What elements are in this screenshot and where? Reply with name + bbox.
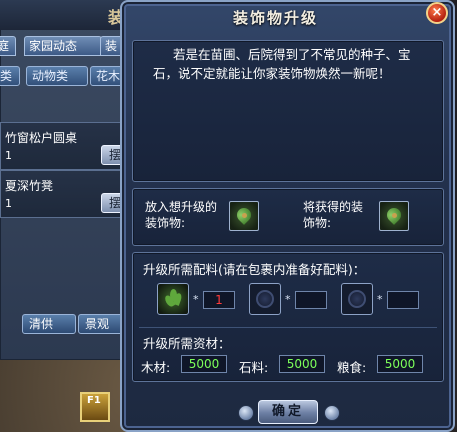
- tab-home-news[interactable]: 家园动态: [24, 36, 102, 56]
- close-button[interactable]: ×: [426, 2, 448, 24]
- multiply-sign: *: [377, 293, 383, 306]
- material-slot-1[interactable]: [157, 283, 189, 315]
- wood-label: 木材:: [141, 360, 171, 375]
- item-name: 竹窗松户圆桌: [5, 131, 78, 145]
- stone-label: 石料:: [239, 360, 269, 375]
- output-slot-label: 将获得的装饰物:: [303, 200, 364, 230]
- skill-hotkey-label: F1: [87, 395, 101, 406]
- food-value: 5000: [377, 355, 423, 373]
- input-decor-slot[interactable]: [229, 201, 259, 231]
- decor-upgrade-dialog: 装饰物升级 × 若是在苗圃、后院得到了不常见的种子、宝石，说不定就能让你家装饰物…: [120, 0, 455, 432]
- dialog-title: 装饰物升级: [232, 9, 318, 27]
- skill-slot-f1[interactable]: F1: [80, 392, 110, 422]
- list-item[interactable]: 夏深竹凳 1 摆: [0, 170, 130, 218]
- materials-panel: 升级所需配料(请在包裹内准备好配料)： * 1 * * 升级所需资材： 木材: …: [132, 252, 444, 382]
- item-name: 夏深竹凳: [5, 179, 54, 193]
- subtab-category[interactable]: 类: [0, 66, 20, 86]
- material-qty-1: 1: [203, 291, 235, 309]
- plant-material-icon: [163, 289, 183, 309]
- wood-value: 5000: [181, 355, 227, 373]
- home-decor-titlebar: 装: [0, 0, 132, 30]
- item-count: 1: [5, 197, 12, 210]
- food-label: 粮食:: [337, 360, 367, 375]
- seed-icon: [392, 213, 397, 218]
- home-decor-window: 装 庭 家园动态 装 类 动物类 花木 竹窗松户圆桌 1 摆 夏深竹凳 1 摆 …: [0, 0, 134, 360]
- multiply-sign: *: [285, 293, 291, 306]
- subtab-animals[interactable]: 动物类: [26, 66, 88, 86]
- stone-value: 5000: [279, 355, 325, 373]
- upgrade-slots-panel: 放入想升级的装饰物: 将获得的装饰物:: [132, 188, 444, 246]
- confirm-button[interactable]: 确定: [258, 400, 318, 424]
- output-decor-slot: [379, 201, 409, 231]
- section-divider: [139, 327, 437, 328]
- ornament-right-icon: [324, 405, 340, 421]
- input-slot-label: 放入想升级的装饰物:: [145, 200, 218, 230]
- resources-title: 升级所需资材：: [143, 336, 231, 351]
- item-count: 1: [5, 149, 12, 162]
- material-qty-2: [295, 291, 327, 309]
- material-qty-3: [387, 291, 419, 309]
- tab-courtyard[interactable]: 庭: [0, 36, 16, 56]
- description-text: 若是在苗圃、后院得到了不常见的种子、宝石，说不定就能让你家装饰物焕然一新呢！: [153, 47, 411, 81]
- empty-slot-icon: [348, 290, 366, 308]
- multiply-sign: *: [193, 293, 199, 306]
- tab-offerings[interactable]: 清供: [22, 314, 76, 334]
- ornament-left-icon: [238, 405, 254, 421]
- material-slot-3[interactable]: [341, 283, 373, 315]
- list-item[interactable]: 竹窗松户圆桌 1 摆: [0, 122, 130, 170]
- empty-slot-icon: [256, 290, 274, 308]
- description-panel: 若是在苗圃、后院得到了不常见的种子、宝石，说不定就能让你家装饰物焕然一新呢！: [132, 40, 444, 182]
- seed-icon: [242, 213, 247, 218]
- materials-title: 升级所需配料(请在包裹内准备好配料)：: [143, 262, 366, 277]
- material-slot-2[interactable]: [249, 283, 281, 315]
